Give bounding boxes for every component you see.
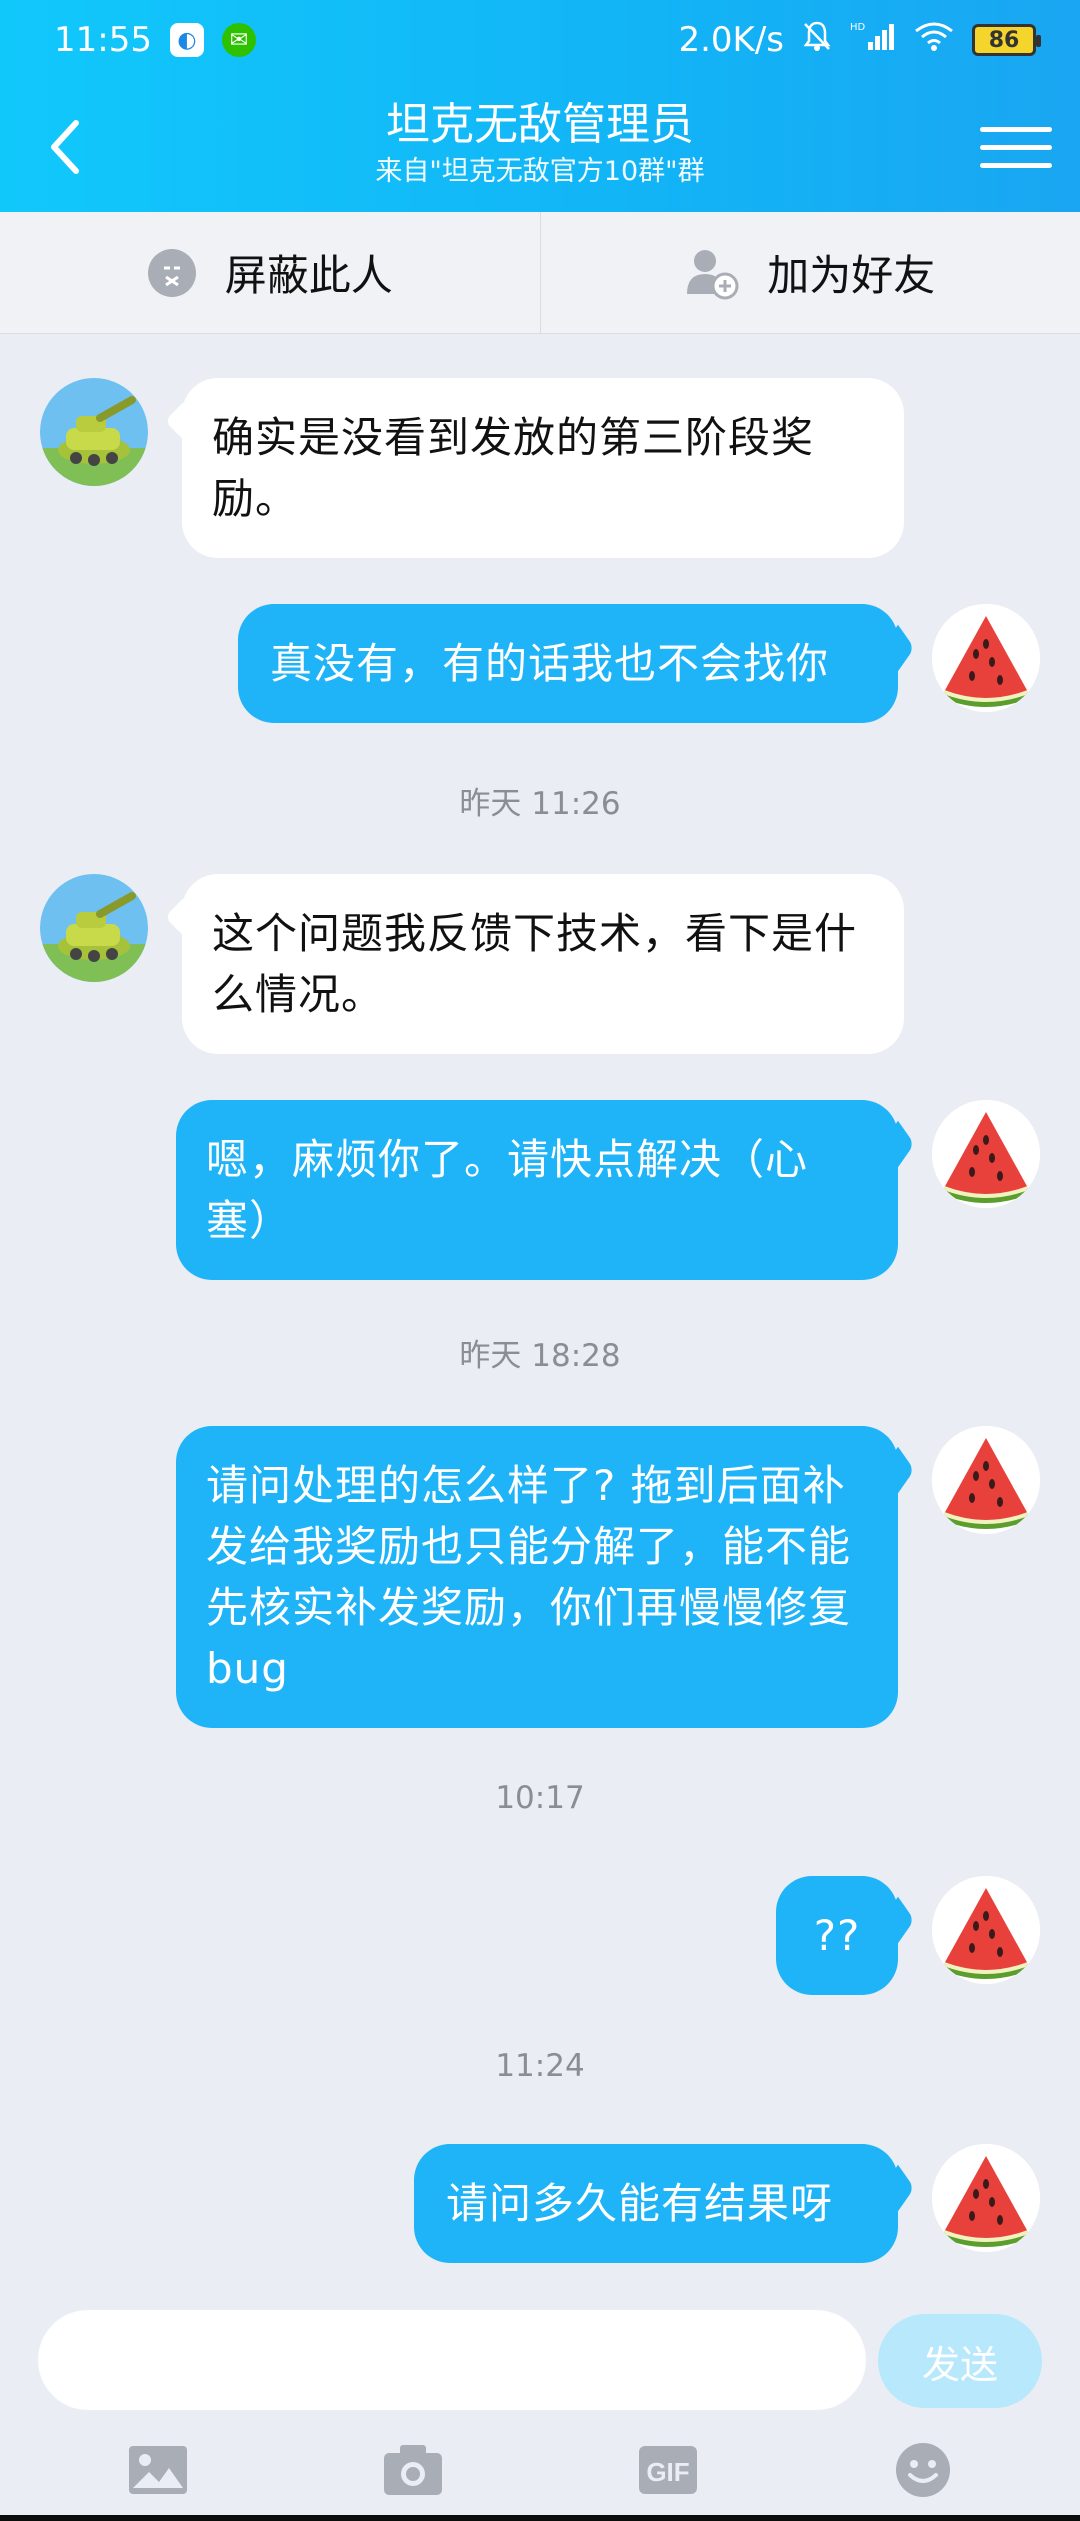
message-bubble-outgoing[interactable]: ?? [776,1876,898,1995]
message-bubble-outgoing[interactable]: 请问多久能有结果呀 [414,2144,898,2263]
sender-avatar[interactable] [40,378,148,486]
action-bar: 屏蔽此人 加为好友 [0,212,1080,334]
page-title: 坦克无敌管理员 [386,99,694,150]
mute-bell-icon [802,20,832,61]
send-button[interactable]: 发送 [878,2314,1042,2408]
chevron-left-icon [51,120,79,174]
gif-button[interactable]: GIF [628,2435,708,2505]
block-face-icon [147,248,196,297]
watermelon-avatar-icon [932,1426,1040,1534]
battery-icon: 86 [972,24,1041,56]
title-block: 坦克无敌管理员 来自"坦克无敌官方10群"群 [200,96,880,190]
emoji-icon [895,2443,950,2497]
nav-bar: 坦克无敌管理员 来自"坦克无敌官方10群"群 [0,82,1080,212]
toolbar: GIF [0,2430,1080,2510]
gesture-bar [0,2515,1080,2521]
wifi-icon [914,20,954,60]
gif-icon: GIF [638,2446,697,2494]
message-bubble-outgoing[interactable]: 真没有，有的话我也不会找你 [238,604,898,723]
block-user-button[interactable]: 屏蔽此人 [0,212,540,333]
message-bubble-incoming[interactable]: 确实是没看到发放的第三阶段奖励。 [182,378,904,558]
tank-avatar-icon [40,378,148,486]
timestamp: 11:24 [495,2048,585,2084]
wechat-app-icon: ✉ [221,23,256,57]
watermelon-avatar-icon [932,604,1040,712]
input-bar: 发送 GIF [0,2290,1080,2521]
add-user-icon [687,249,739,299]
add-friend-button[interactable]: 加为好友 [539,212,1080,333]
tank-avatar-icon [40,874,148,982]
back-button[interactable] [30,107,100,187]
signal-icon: HD [850,20,896,61]
watermelon-avatar-icon [932,2144,1040,2252]
browser-app-icon: ◐ [169,23,204,57]
timestamp: 昨天 11:26 [459,786,621,822]
menu-icon-line [980,144,1052,150]
network-speed: 2.0K/s [678,20,784,60]
menu-icon [980,126,1052,132]
block-user-label: 屏蔽此人 [224,251,393,300]
self-avatar[interactable] [932,1876,1040,1984]
self-avatar[interactable] [932,2144,1040,2252]
self-avatar[interactable] [932,1100,1040,1208]
add-friend-label: 加为好友 [767,251,936,300]
status-time: 11:55 [54,20,152,60]
status-bar: 11:55 ◐ ✉ 2.0K/s HD 86 [0,0,1080,80]
header: 11:55 ◐ ✉ 2.0K/s HD 86 坦克无敌管理员 来自"坦克无敌官方… [0,0,1080,212]
watermelon-avatar-icon [932,1100,1040,1208]
message-bubble-incoming[interactable]: 这个问题我反馈下技术，看下是什么情况。 [182,874,904,1054]
timestamp: 10:17 [495,1780,585,1816]
timestamp: 昨天 18:28 [459,1338,621,1374]
svg-text:HD: HD [850,22,866,33]
self-avatar[interactable] [932,604,1040,712]
image-icon [128,2446,187,2494]
message-bubble-outgoing[interactable]: 嗯，麻烦你了。请快点解决（心塞） [176,1100,898,1280]
svg-text:GIF: GIF [646,2457,689,2487]
menu-button[interactable] [980,112,1052,182]
sender-avatar[interactable] [40,874,148,982]
camera-button[interactable] [373,2435,453,2505]
camera-icon [383,2445,442,2495]
self-avatar[interactable] [932,1426,1040,1534]
message-input[interactable] [38,2310,866,2410]
watermelon-avatar-icon [932,1876,1040,1984]
page-subtitle: 来自"坦克无敌官方10群"群 [375,156,705,187]
message-bubble-outgoing[interactable]: 请问处理的怎么样了? 拖到后面补发给我奖励也只能分解了，能不能先核实补发奖励，你… [176,1426,898,1728]
image-button[interactable] [118,2435,198,2505]
emoji-button[interactable] [883,2435,963,2505]
menu-icon-line [980,162,1052,168]
